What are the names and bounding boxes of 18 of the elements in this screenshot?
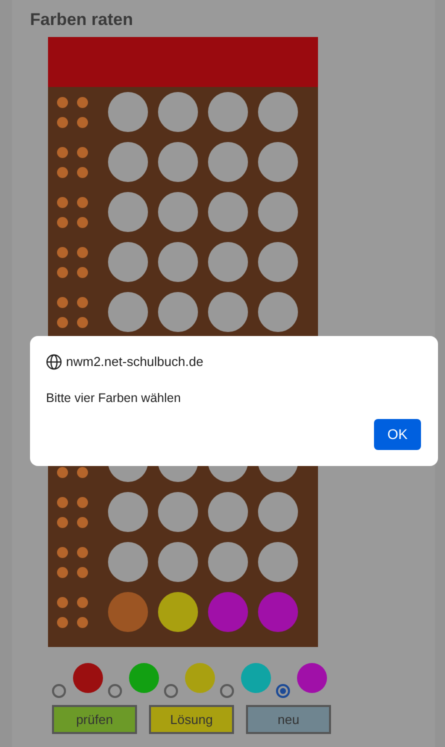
site-origin: nwm2.net-schulbuch.de [66,353,204,371]
game-button[interactable]: Lösung [149,705,234,734]
color-swatch[interactable] [185,663,215,693]
page-title: Farben raten [30,9,133,31]
radio-button[interactable] [276,684,290,698]
ok-button[interactable]: OK [374,419,421,450]
radio-button[interactable] [52,684,66,698]
color-swatch[interactable] [129,663,159,693]
globe-icon [46,354,62,370]
radio-button[interactable] [108,684,122,698]
color-swatch[interactable] [241,663,271,693]
game-button[interactable]: neu [246,705,331,734]
radio-button[interactable] [164,684,178,698]
game-button[interactable]: prüfen [52,705,137,734]
color-swatch[interactable] [297,663,327,693]
color-swatch[interactable] [73,663,103,693]
alert-message: Bitte vier Farben wählen [46,390,181,406]
radio-button[interactable] [220,684,234,698]
